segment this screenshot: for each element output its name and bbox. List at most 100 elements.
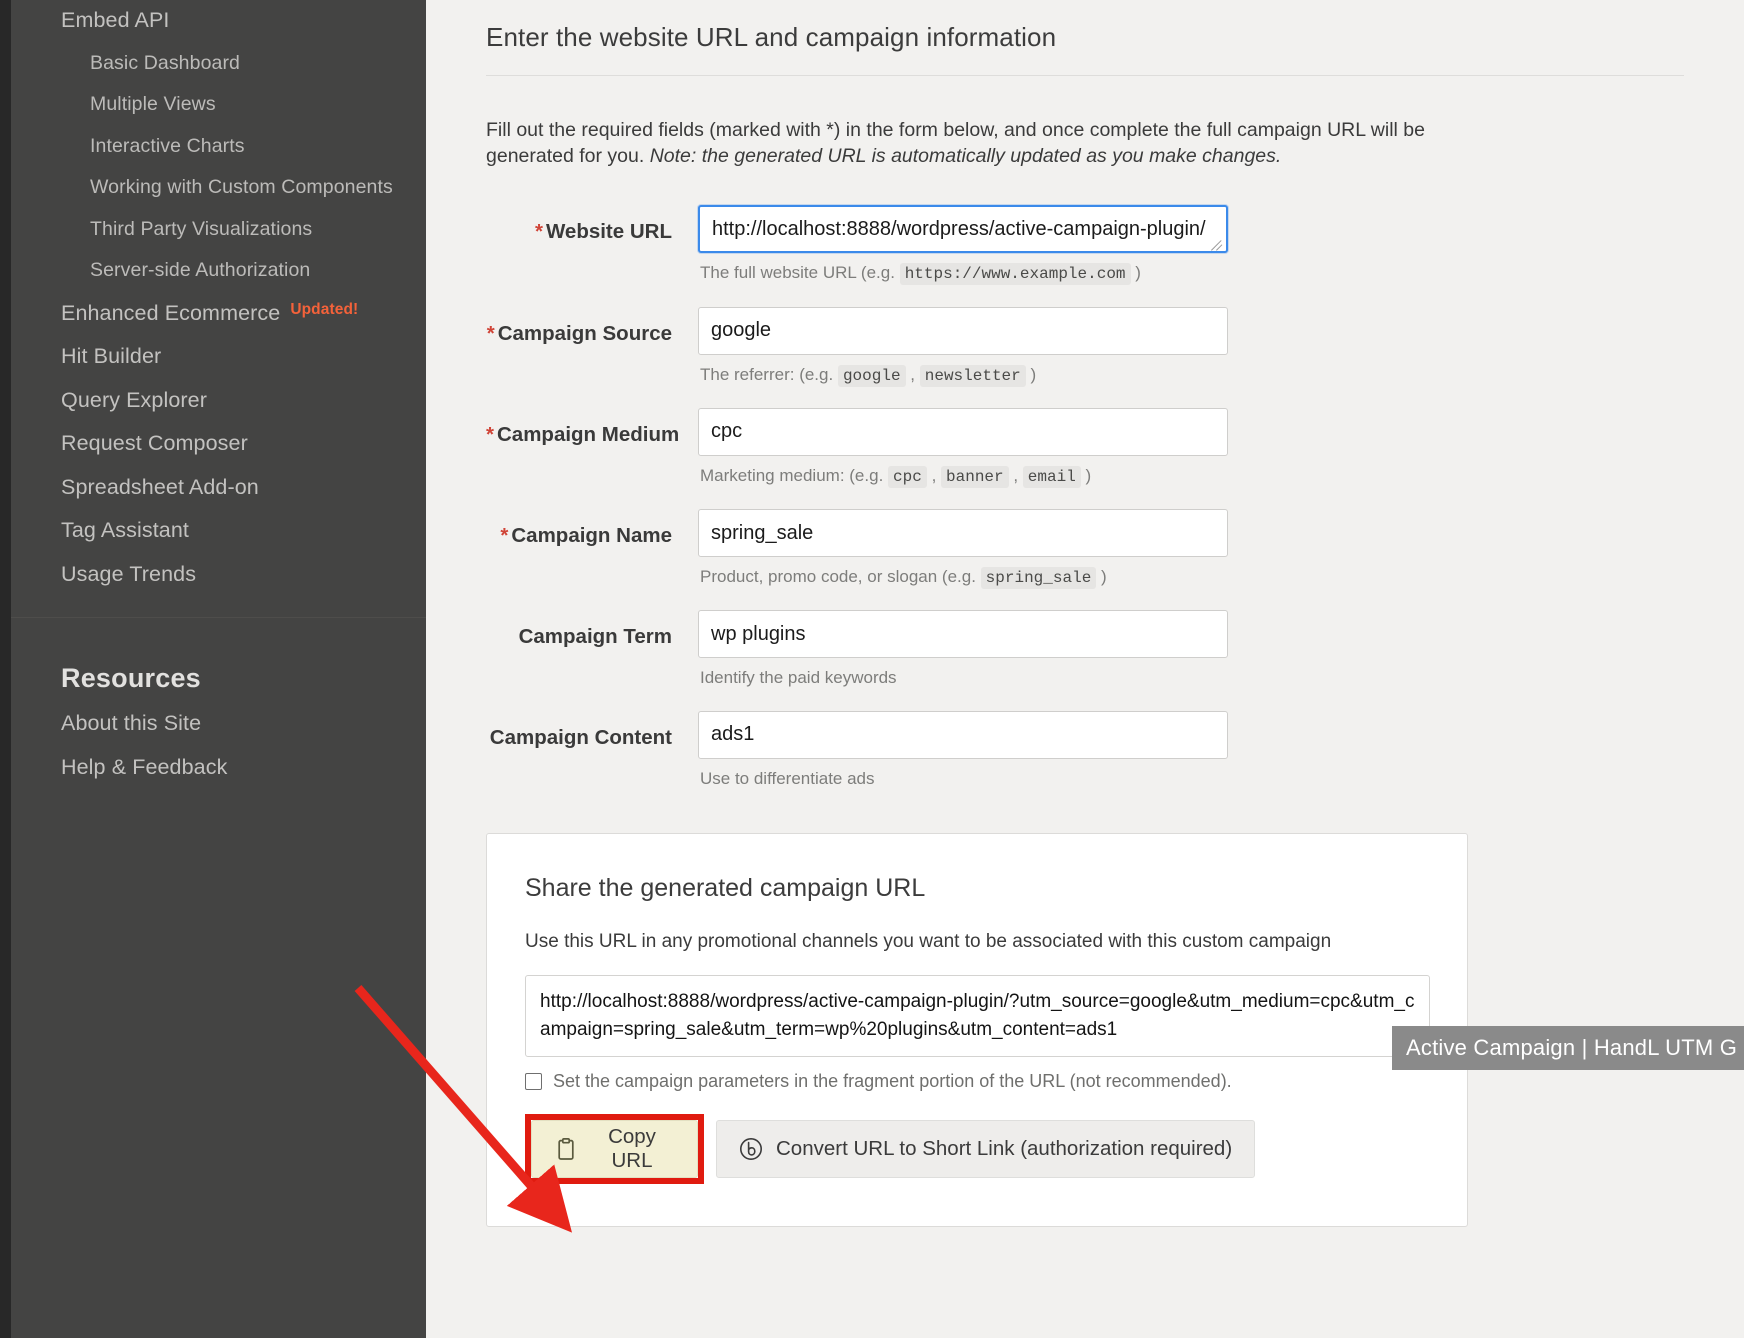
sidebar-item-working-with-custom-components[interactable]: Working with Custom Components xyxy=(11,167,426,209)
input-campaign-source[interactable] xyxy=(698,307,1228,355)
fragment-checkbox-label: Set the campaign parameters in the fragm… xyxy=(553,1071,1232,1092)
sidebar-item-basic-dashboard[interactable]: Basic Dashboard xyxy=(11,43,426,85)
share-button-row: Copy URL Convert URL to Short Link (auth… xyxy=(525,1114,1429,1184)
title-divider xyxy=(486,75,1684,76)
sidebar-item-label: Help & Feedback xyxy=(61,755,227,779)
field-row-campaign-name: *Campaign NameProduct, promo code, or sl… xyxy=(486,509,1684,610)
copy-url-highlight-box: Copy URL xyxy=(525,1114,704,1184)
sidebar-item-hit-builder[interactable]: Hit Builder xyxy=(11,335,426,379)
field-input-wrap-campaign-source xyxy=(698,307,1228,355)
field-label-text: Campaign Source xyxy=(498,322,672,345)
field-hint-text: Identify the paid keywords xyxy=(700,668,897,687)
sidebar-item-enhanced-ecommerce[interactable]: Enhanced EcommerceUpdated! xyxy=(11,292,426,336)
sidebar-item-server-side-authorization[interactable]: Server-side Authorization xyxy=(11,250,426,292)
field-hint-website-url: The full website URL (e.g. https://www.e… xyxy=(698,253,1228,306)
field-hint-example: banner xyxy=(941,466,1009,488)
sidebar-item-label: Server-side Authorization xyxy=(90,259,310,281)
field-label-website-url: *Website URL xyxy=(486,205,698,243)
field-hint-suffix: ) xyxy=(1081,466,1091,485)
required-asterisk: * xyxy=(487,322,495,345)
sidebar-item-label: Third Party Visualizations xyxy=(90,218,312,240)
sidebar-item-help-feedback[interactable]: Help & Feedback xyxy=(11,746,426,790)
generated-url-textarea[interactable]: http://localhost:8888/wordpress/active-c… xyxy=(525,975,1430,1057)
page-title: Enter the website URL and campaign infor… xyxy=(486,22,1684,75)
browser-tab-title-overlay: Active Campaign | HandL UTM G xyxy=(1392,1026,1744,1070)
fragment-checkbox-row[interactable]: Set the campaign parameters in the fragm… xyxy=(525,1071,1429,1092)
field-hint-text: Marketing medium: (e.g. xyxy=(700,466,883,485)
field-label-campaign-term: Campaign Term xyxy=(486,610,698,648)
input-campaign-name[interactable] xyxy=(698,509,1228,557)
convert-short-link-button[interactable]: Convert URL to Short Link (authorization… xyxy=(716,1120,1255,1178)
field-input-wrap-campaign-name xyxy=(698,509,1228,557)
field-hint-example: cpc xyxy=(888,466,927,488)
field-hint-example: spring_sale xyxy=(981,567,1097,589)
field-row-campaign-source: *Campaign SourceThe referrer: (e.g. goog… xyxy=(486,307,1684,408)
field-column-campaign-name: Product, promo code, or slogan (e.g. spr… xyxy=(698,509,1228,610)
sidebar: Embed APIBasic Dashboard Multiple Views In… xyxy=(0,0,426,1338)
sidebar-item-request-composer[interactable]: Request Composer xyxy=(11,422,426,466)
field-hint-example: email xyxy=(1023,466,1081,488)
input-campaign-term[interactable] xyxy=(698,610,1228,658)
sidebar-item-label: Multiple Views xyxy=(90,93,216,115)
intro-note: Note: the generated URL is automatically… xyxy=(650,145,1282,167)
sidebar-item-interactive-charts[interactable]: Interactive Charts xyxy=(11,126,426,168)
copy-url-button-label: Copy URL xyxy=(589,1125,675,1173)
copy-url-button[interactable]: Copy URL xyxy=(531,1120,698,1178)
field-hint-suffix: ) xyxy=(1026,365,1036,384)
sidebar-item-multiple-views[interactable]: Multiple Views xyxy=(11,84,426,126)
sidebar-item-third-party-visualizations[interactable]: Third Party Visualizations xyxy=(11,209,426,251)
sidebar-item-about-this-site[interactable]: About this Site xyxy=(11,702,426,746)
input-campaign-content[interactable] xyxy=(698,711,1228,759)
field-label-text: Campaign Content xyxy=(490,726,672,749)
sidebar-item-label: Enhanced Ecommerce xyxy=(61,301,280,325)
field-column-website-url: The full website URL (e.g. https://www.e… xyxy=(698,205,1228,306)
field-label-text: Campaign Name xyxy=(511,524,672,547)
field-row-campaign-term: Campaign Term Identify the paid keywords xyxy=(486,610,1684,710)
field-label-text: Campaign Term xyxy=(519,625,672,648)
sidebar-item-spreadsheet-add-on[interactable]: Spreadsheet Add-on xyxy=(11,466,426,510)
field-hint-separator: , xyxy=(906,365,920,384)
field-input-wrap-campaign-medium xyxy=(698,408,1228,456)
field-input-wrap-campaign-term xyxy=(698,610,1228,658)
sidebar-nav-list: Embed APIBasic Dashboard Multiple Views In… xyxy=(11,0,426,596)
app-root: Embed APIBasic Dashboard Multiple Views In… xyxy=(0,0,1744,1338)
convert-short-link-label: Convert URL to Short Link (authorization… xyxy=(776,1137,1232,1161)
field-column-campaign-medium: Marketing medium: (e.g. cpc , banner , e… xyxy=(698,408,1228,509)
field-hint-example: google xyxy=(838,365,906,387)
sidebar-item-usage-trends[interactable]: Usage Trends xyxy=(11,553,426,597)
field-hint-text: Use to differentiate ads xyxy=(700,769,875,788)
fragment-checkbox[interactable] xyxy=(525,1073,542,1090)
sidebar-item-embed-api[interactable]: Embed API xyxy=(11,0,426,43)
sidebar-resources-heading: Resources xyxy=(11,618,426,702)
required-asterisk: * xyxy=(486,423,494,446)
campaign-form: *Website URLThe full website URL (e.g. h… xyxy=(486,205,1684,811)
sidebar-item-label: Spreadsheet Add-on xyxy=(61,475,259,499)
field-label-campaign-source: *Campaign Source xyxy=(486,307,698,345)
sidebar-item-label: About this Site xyxy=(61,711,201,735)
sidebar-item-label: Request Composer xyxy=(61,431,248,455)
main-content: Enter the website URL and campaign infor… xyxy=(426,0,1744,1338)
field-hint-separator: , xyxy=(927,466,941,485)
field-input-wrap-website-url xyxy=(698,205,1228,253)
sidebar-item-label: Usage Trends xyxy=(61,562,196,586)
field-hint-campaign-term: Identify the paid keywords xyxy=(698,658,1228,710)
input-website-url[interactable] xyxy=(698,205,1228,253)
input-campaign-medium[interactable] xyxy=(698,408,1228,456)
share-panel-subtitle: Use this URL in any promotional channels… xyxy=(525,931,1429,953)
bitly-icon xyxy=(739,1137,763,1161)
field-row-website-url: *Website URLThe full website URL (e.g. h… xyxy=(486,205,1684,306)
sidebar-item-label: Tag Assistant xyxy=(61,518,189,542)
field-label-campaign-content: Campaign Content xyxy=(486,711,698,749)
field-hint-text: Product, promo code, or slogan (e.g. xyxy=(700,567,976,586)
field-hint-campaign-source: The referrer: (e.g. google , newsletter … xyxy=(698,355,1228,408)
sidebar-item-query-explorer[interactable]: Query Explorer xyxy=(11,379,426,423)
field-label-campaign-medium: *Campaign Medium xyxy=(486,408,698,446)
sidebar-item-label: Interactive Charts xyxy=(90,135,245,157)
field-hint-text: The referrer: (e.g. xyxy=(700,365,833,384)
field-column-campaign-source: The referrer: (e.g. google , newsletter … xyxy=(698,307,1228,408)
clipboard-icon xyxy=(556,1138,576,1161)
field-hint-campaign-medium: Marketing medium: (e.g. cpc , banner , e… xyxy=(698,456,1228,509)
field-row-campaign-content: Campaign Content Use to differentiate ads xyxy=(486,711,1684,811)
sidebar-item-tag-assistant[interactable]: Tag Assistant xyxy=(11,509,426,553)
share-panel-title: Share the generated campaign URL xyxy=(525,874,1429,903)
